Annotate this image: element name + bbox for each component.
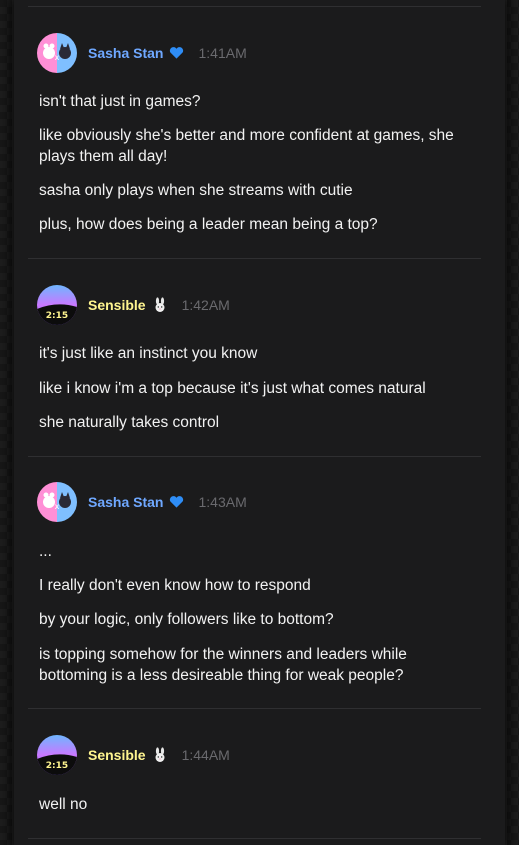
message-text: like obviously she's better and more con…	[39, 127, 454, 165]
svg-text:2:15: 2:15	[46, 761, 68, 771]
timestamp: 1:43AM	[198, 494, 247, 510]
timestamp: 1:42AM	[181, 297, 230, 313]
bunny-icon	[152, 747, 168, 763]
message-text: well no	[39, 796, 88, 813]
chat-panel: x Sasha Stan 1:41AM isn't that just in g…	[14, 0, 505, 845]
svg-text:x: x	[55, 502, 60, 511]
username[interactable]: Sensible	[88, 297, 146, 313]
svg-text:2:15: 2:15	[46, 311, 68, 321]
message-divider	[28, 258, 481, 259]
avatar-sensible[interactable]: 2:15	[37, 285, 77, 325]
blue-heart-icon	[169, 46, 184, 60]
message-header: 2:15 Sensible 1:42AM	[37, 285, 230, 325]
message-text: sasha only plays when she streams with c…	[39, 182, 353, 199]
username[interactable]: Sasha Stan	[88, 45, 163, 61]
message-divider	[28, 708, 481, 709]
message-divider	[28, 456, 481, 457]
blue-heart-icon	[169, 495, 184, 509]
message-header: 2:15 Sensible 1:44AM	[37, 735, 230, 775]
message-text: it's just like an instinct you know	[39, 345, 258, 362]
avatar-sensible[interactable]: 2:15	[37, 735, 77, 775]
message-header: x Sasha Stan 1:43AM	[37, 482, 247, 522]
bunny-icon	[152, 297, 168, 313]
avatar-sasha-stan[interactable]: x	[37, 33, 77, 73]
message-text: isn't that just in games?	[39, 93, 201, 110]
message-text: by your logic, only followers like to bo…	[39, 611, 334, 628]
message-text: is topping somehow for the winners and l…	[39, 646, 407, 684]
timestamp: 1:44AM	[181, 747, 230, 763]
svg-text:x: x	[55, 53, 60, 62]
avatar-sasha-stan[interactable]: x	[37, 482, 77, 522]
message-header: x Sasha Stan 1:41AM	[37, 33, 247, 73]
timestamp: 1:41AM	[198, 45, 247, 61]
username[interactable]: Sasha Stan	[88, 494, 163, 510]
message-text: like i know i'm a top because it's just …	[39, 380, 426, 397]
message-divider	[28, 6, 481, 7]
message-text: ...	[39, 543, 52, 560]
message-text: I really don't even know how to respond	[39, 577, 311, 594]
message-divider	[28, 838, 481, 839]
username[interactable]: Sensible	[88, 747, 146, 763]
message-text: she naturally takes control	[39, 414, 220, 431]
message-text: plus, how does being a leader mean being…	[39, 216, 378, 233]
